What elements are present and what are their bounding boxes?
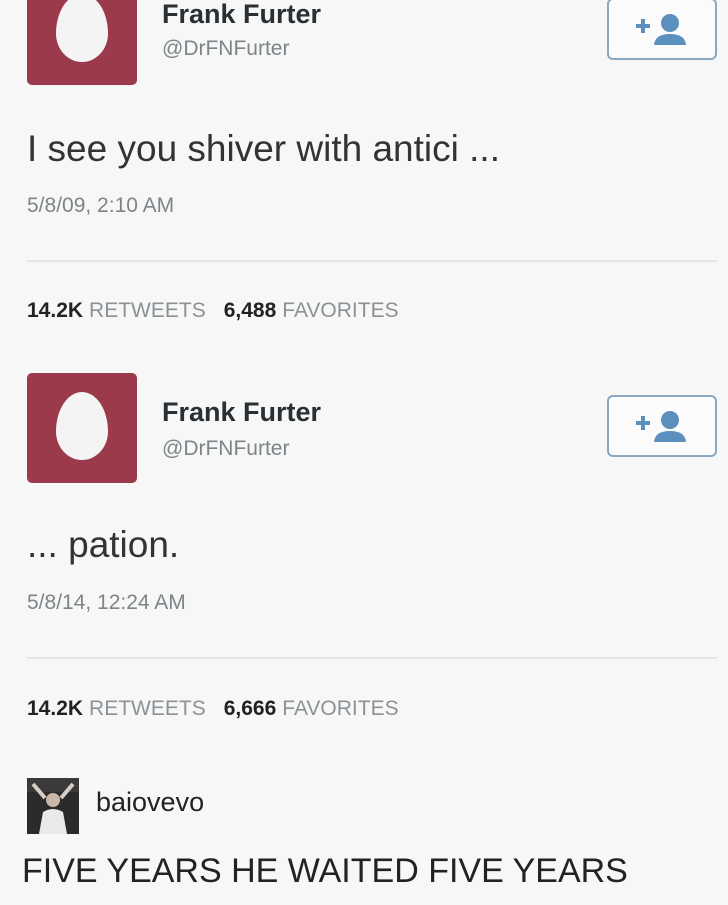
follow-button[interactable] — [607, 0, 717, 60]
egg-avatar[interactable] — [27, 0, 137, 85]
egg-icon — [56, 392, 108, 460]
retweets-count: 14.2K — [27, 697, 84, 720]
retweets-stat[interactable]: 14.2K RETWEETS — [27, 697, 206, 720]
egg-avatar[interactable] — [27, 373, 137, 483]
commenter-username[interactable]: baiovevo — [96, 787, 204, 818]
retweets-label: RETWEETS — [89, 697, 206, 720]
comment-text: FIVE YEARS HE WAITED FIVE YEARS — [22, 852, 628, 890]
follow-button[interactable] — [607, 395, 717, 457]
retweets-label: RETWEETS — [89, 299, 206, 322]
divider — [27, 260, 717, 262]
favorites-stat[interactable]: 6,488 FAVORITES — [224, 299, 399, 322]
tweet-stats: 14.2K RETWEETS 6,666 FAVORITES — [27, 697, 399, 721]
display-name[interactable]: Frank Furter — [162, 397, 321, 428]
user-handle[interactable]: @DrFNFurter — [162, 37, 289, 61]
follow-user-icon — [636, 411, 686, 442]
tweet-stats: 14.2K RETWEETS 6,488 FAVORITES — [27, 299, 399, 323]
favorites-count: 6,488 — [223, 299, 277, 322]
tweet-timestamp[interactable]: 5/8/09, 2:10 AM — [27, 194, 174, 218]
retweets-stat[interactable]: 14.2K RETWEETS — [27, 299, 206, 322]
person-photo-icon — [27, 778, 79, 834]
tweet-text: ... pation. — [27, 524, 180, 565]
egg-icon — [56, 0, 108, 62]
retweets-count: 14.2K — [27, 299, 84, 322]
display-name[interactable]: Frank Furter — [162, 0, 321, 30]
favorites-label: FAVORITES — [282, 697, 399, 720]
tweet-timestamp[interactable]: 5/8/14, 12:24 AM — [27, 591, 186, 615]
favorites-label: FAVORITES — [282, 299, 399, 322]
tweet-text: I see you shiver with antici ... — [27, 128, 500, 169]
favorites-count: 6,666 — [223, 697, 277, 720]
favorites-stat[interactable]: 6,666 FAVORITES — [224, 697, 399, 720]
divider — [27, 657, 717, 659]
user-handle[interactable]: @DrFNFurter — [162, 437, 289, 461]
commenter-avatar[interactable] — [27, 778, 79, 834]
follow-user-icon — [636, 14, 686, 45]
